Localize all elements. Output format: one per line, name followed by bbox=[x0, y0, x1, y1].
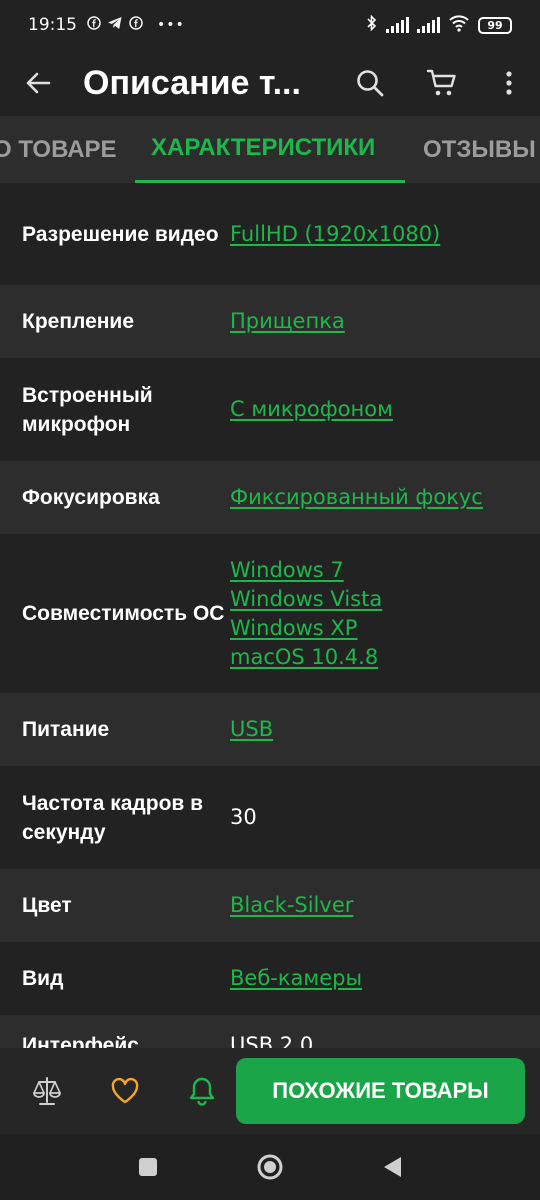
heart-icon bbox=[111, 1077, 139, 1104]
favorite-button[interactable] bbox=[95, 1048, 155, 1134]
facebook-icon bbox=[87, 16, 101, 34]
spec-label: Цвет bbox=[22, 894, 72, 917]
similar-products-button[interactable]: ПОХОЖИЕ ТОВАРЫ bbox=[236, 1058, 525, 1124]
spec-label: Питание bbox=[22, 718, 110, 741]
status-left: 19:15 ••• bbox=[28, 15, 185, 35]
cart-icon bbox=[426, 69, 456, 96]
search-icon bbox=[357, 70, 384, 97]
spec-value-link[interactable]: Веб-камеры bbox=[230, 964, 362, 993]
telegram-icon bbox=[107, 16, 123, 34]
spec-row: Совместимость ОС Windows 7 Windows Vista Wi… bbox=[0, 534, 540, 693]
spec-row: Встроенный микрофон С микрофоном bbox=[0, 358, 540, 461]
recent-apps-button[interactable] bbox=[118, 1134, 178, 1200]
app-bar-actions bbox=[334, 50, 540, 116]
home-button[interactable] bbox=[240, 1134, 300, 1200]
system-nav-bar bbox=[0, 1134, 540, 1200]
wifi-icon bbox=[448, 14, 470, 37]
spec-value-link[interactable]: FullHD (1920x1080) bbox=[230, 220, 440, 249]
battery-icon: 99 bbox=[478, 16, 512, 34]
bell-icon bbox=[189, 1077, 215, 1106]
spec-value-link[interactable]: Прищепка bbox=[230, 307, 345, 336]
spec-row: Частота кадров в секунду 30 bbox=[0, 766, 540, 869]
app-bar: Описание т... bbox=[0, 50, 540, 116]
status-right: 99 bbox=[366, 14, 512, 37]
spec-value-link[interactable]: Windows 7 bbox=[230, 556, 344, 585]
spec-value: Windows 7 Windows Vista Windows XP macOS 10… bbox=[230, 556, 540, 672]
spec-label: Вид bbox=[22, 967, 64, 990]
spec-value: 30 bbox=[230, 803, 540, 832]
spec-row: Разрешение видео FullHD (1920x1080) bbox=[0, 183, 540, 285]
facebook-icon bbox=[129, 16, 143, 34]
spec-value-link[interactable]: macOS 10.4.8 bbox=[230, 643, 378, 672]
square-icon bbox=[139, 1158, 157, 1176]
more-dots-icon: ••• bbox=[157, 17, 185, 33]
spec-row: Вид Веб-камеры bbox=[0, 942, 540, 1015]
spec-value-link[interactable]: Black-Silver bbox=[230, 891, 353, 920]
spec-value: С микрофоном bbox=[230, 395, 540, 424]
spec-row: Интерфейс USB 2.0 bbox=[0, 1015, 540, 1048]
spec-row: Крепление Прищепка bbox=[0, 285, 540, 358]
spec-label: Интерфейс bbox=[22, 1033, 139, 1049]
spec-row: Цвет Black-Silver bbox=[0, 869, 540, 942]
more-menu-button[interactable] bbox=[478, 50, 540, 116]
bluetooth-icon bbox=[366, 14, 378, 37]
spec-value-link[interactable]: Windows Vista bbox=[230, 585, 382, 614]
search-button[interactable] bbox=[334, 50, 406, 116]
spec-value: Фиксированный фокус bbox=[230, 483, 540, 512]
circle-icon bbox=[257, 1154, 283, 1180]
page-title: Описание т... bbox=[83, 63, 301, 102]
spec-value-link[interactable]: С микрофоном bbox=[230, 395, 393, 424]
bottom-action-bar: ПОХОЖИЕ ТОВАРЫ bbox=[0, 1048, 540, 1134]
spec-value-link[interactable]: USB bbox=[230, 715, 273, 744]
triangle-left-icon bbox=[384, 1157, 401, 1177]
specifications-list: Разрешение видео FullHD (1920x1080) Крепле… bbox=[0, 183, 540, 1048]
spec-label: Встроенный микрофон bbox=[22, 383, 153, 436]
spec-value: Прищепка bbox=[230, 307, 540, 336]
spec-value-link[interactable]: Фиксированный фокус bbox=[230, 483, 483, 512]
spec-row: Питание USB bbox=[0, 693, 540, 766]
signal-icon bbox=[417, 17, 440, 33]
spec-row: Фокусировка Фиксированный фокус bbox=[0, 461, 540, 534]
spec-value: USB bbox=[230, 715, 540, 744]
spec-label: Частота кадров в секунду bbox=[22, 791, 204, 844]
scales-icon bbox=[33, 1077, 61, 1105]
spec-value-link[interactable]: Windows XP bbox=[230, 614, 357, 643]
spec-value: USB 2.0 bbox=[230, 1031, 540, 1049]
notify-button[interactable] bbox=[172, 1048, 232, 1134]
battery-level: 99 bbox=[487, 18, 503, 32]
spec-label: Крепление bbox=[22, 310, 135, 333]
signal-icon bbox=[386, 17, 409, 33]
spec-label: Разрешение видео bbox=[22, 222, 219, 246]
tab-specifications[interactable]: ХАРАКТЕРИСТИКИ bbox=[135, 116, 405, 183]
back-button[interactable] bbox=[0, 50, 76, 116]
tab-reviews[interactable]: ОТЗЫВЫ bbox=[423, 116, 536, 183]
spec-value-text: USB 2.0 bbox=[230, 1032, 314, 1049]
more-vertical-icon bbox=[506, 71, 512, 95]
tab-bar: О ТОВАРЕ ХАРАКТЕРИСТИКИ ОТЗЫВЫ bbox=[0, 116, 540, 183]
compare-button[interactable] bbox=[17, 1048, 77, 1134]
spec-value: Веб-камеры bbox=[230, 964, 540, 993]
spec-value: FullHD (1920x1080) bbox=[230, 220, 540, 249]
spec-label: Фокусировка bbox=[22, 486, 160, 509]
status-bar: 19:15 ••• 99 bbox=[0, 0, 540, 50]
spec-label: Совместимость ОС bbox=[22, 602, 225, 625]
status-time: 19:15 bbox=[28, 15, 77, 35]
spec-value: Black-Silver bbox=[230, 891, 540, 920]
spec-value-text: 30 bbox=[230, 805, 257, 829]
arrow-left-icon bbox=[26, 72, 51, 94]
back-nav-button[interactable] bbox=[362, 1134, 422, 1200]
tab-about[interactable]: О ТОВАРЕ bbox=[0, 116, 117, 183]
cart-button[interactable] bbox=[406, 50, 478, 116]
